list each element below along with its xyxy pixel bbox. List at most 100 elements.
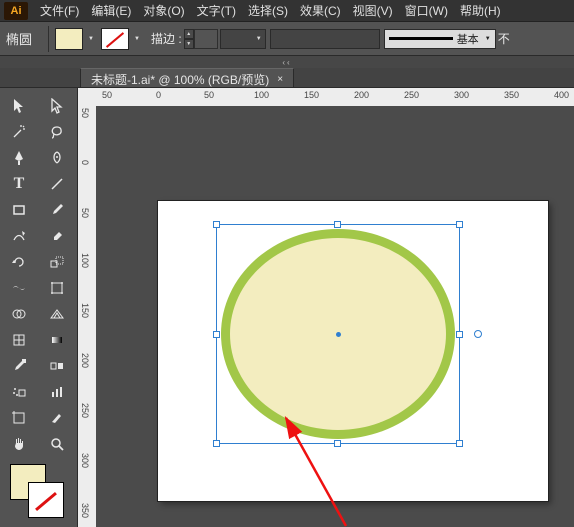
document-tab-title: 未标题-1.ai* @ 100% (RGB/预览)	[91, 71, 269, 88]
truncated-text: 不	[498, 30, 510, 47]
fill-color-swatch[interactable]	[55, 28, 83, 50]
vruler-tick: 100	[80, 253, 90, 268]
stroke-weight-spinner[interactable]: ▲ ▼	[184, 29, 194, 49]
selection-tool[interactable]	[2, 94, 36, 118]
brush-definition-dropdown[interactable]	[270, 29, 380, 49]
graphic-style-dropdown[interactable]: 基本 ▼	[384, 29, 496, 49]
curvature-tool[interactable]	[40, 146, 74, 170]
eraser-tool[interactable]	[40, 224, 74, 248]
divider	[48, 26, 49, 52]
vruler-tick: 50	[80, 208, 90, 218]
stroke-weight-field[interactable]	[194, 29, 218, 49]
document-tab-bar: 未标题-1.ai* @ 100% (RGB/预览) ×	[0, 68, 574, 88]
hruler-tick: 150	[304, 90, 319, 100]
vruler-tick: 300	[80, 453, 90, 468]
eyedropper-tool[interactable]	[2, 354, 36, 378]
menu-view[interactable]: 视图(V)	[347, 0, 399, 22]
menu-file[interactable]: 文件(F)	[34, 0, 85, 22]
hruler-tick: 250	[404, 90, 419, 100]
column-graph-tool[interactable]	[40, 380, 74, 404]
menu-object[interactable]: 对象(O)	[137, 0, 190, 22]
active-tool-label: 椭圆	[6, 29, 32, 48]
scale-tool[interactable]	[40, 250, 74, 274]
hruler-tick: 0	[156, 90, 161, 100]
menu-effect[interactable]: 效果(C)	[294, 0, 347, 22]
vruler-tick: 150	[80, 303, 90, 318]
chevron-down-icon[interactable]: ▼	[481, 36, 495, 42]
hruler-tick: 50	[102, 90, 112, 100]
vruler-tick: 200	[80, 353, 90, 368]
fill-dropdown-icon[interactable]: ▼	[85, 28, 97, 50]
mesh-tool[interactable]	[2, 328, 36, 352]
selection-handle-nw[interactable]	[213, 221, 220, 228]
shaper-tool[interactable]	[2, 224, 36, 248]
vruler-tick: 350	[80, 503, 90, 518]
hand-tool[interactable]	[2, 432, 36, 456]
stroke-dropdown-icon[interactable]: ▼	[131, 28, 143, 50]
selection-handle-ne[interactable]	[456, 221, 463, 228]
line-tool[interactable]	[40, 172, 74, 196]
stroke-swatch-group[interactable]: ▼	[101, 28, 143, 50]
control-bar: 椭圆 ▼ ▼ 描边 : ▲ ▼ ▼ 基本 ▼ 不	[0, 22, 574, 56]
type-tool[interactable]: T	[2, 172, 36, 196]
free-transform-tool[interactable]	[40, 276, 74, 300]
fill-stroke-swatches[interactable]	[10, 464, 71, 520]
hruler-tick: 200	[354, 90, 369, 100]
rotate-tool[interactable]	[2, 250, 36, 274]
canvas-area[interactable]	[96, 106, 574, 527]
artboard-tool[interactable]	[2, 406, 36, 430]
symbol-sprayer-tool[interactable]	[2, 380, 36, 404]
vruler-tick: 50	[80, 108, 90, 118]
panel-collapser[interactable]: ‹‹	[0, 56, 574, 68]
paintbrush-tool[interactable]	[40, 198, 74, 222]
profile-label: 基本	[457, 31, 479, 47]
shape-builder-tool[interactable]	[2, 302, 36, 326]
menu-edit[interactable]: 编辑(E)	[85, 0, 137, 22]
gradient-tool[interactable]	[40, 328, 74, 352]
selection-handle-se[interactable]	[456, 440, 463, 447]
variable-width-profile-dropdown[interactable]: ▼	[220, 29, 266, 49]
menu-help[interactable]: 帮助(H)	[454, 0, 507, 22]
menu-text[interactable]: 文字(T)	[191, 0, 242, 22]
hruler-tick: 50	[204, 90, 214, 100]
selection-handle-sw[interactable]	[213, 440, 220, 447]
selection-center-icon	[336, 332, 341, 337]
width-tool[interactable]	[2, 276, 36, 300]
hruler-tick: 300	[454, 90, 469, 100]
menu-select[interactable]: 选择(S)	[242, 0, 294, 22]
selection-handle-e[interactable]	[456, 331, 463, 338]
spinner-down-icon[interactable]: ▼	[184, 39, 194, 49]
close-icon[interactable]: ×	[277, 74, 283, 85]
zoom-tool[interactable]	[40, 432, 74, 456]
selection-handle-s[interactable]	[334, 440, 341, 447]
vruler-tick: 250	[80, 403, 90, 418]
spinner-up-icon[interactable]: ▲	[184, 29, 194, 39]
live-shape-widget-icon[interactable]	[474, 330, 482, 338]
tools-panel: T	[0, 88, 78, 527]
hruler-tick: 350	[504, 90, 519, 100]
menu-window[interactable]: 窗口(W)	[399, 0, 454, 22]
stroke-swatch-large[interactable]	[28, 482, 64, 518]
rectangle-tool[interactable]	[2, 198, 36, 222]
menubar: Ai 文件(F) 编辑(E) 对象(O) 文字(T) 选择(S) 效果(C) 视…	[0, 0, 574, 22]
selection-handle-n[interactable]	[334, 221, 341, 228]
stroke-color-swatch[interactable]	[101, 28, 129, 50]
profile-preview-icon	[389, 37, 453, 40]
perspective-grid-tool[interactable]	[40, 302, 74, 326]
horizontal-ruler[interactable]: 50 0 50 100 150 200 250 300 350 400	[96, 88, 574, 106]
app-logo-icon: Ai	[4, 2, 28, 20]
stroke-label: 描边 :	[151, 30, 182, 47]
direct-selection-tool[interactable]	[40, 94, 74, 118]
fill-swatch-group[interactable]: ▼	[55, 28, 97, 50]
magic-wand-tool[interactable]	[2, 120, 36, 144]
pen-tool[interactable]	[2, 146, 36, 170]
vruler-tick: 0	[80, 160, 90, 165]
slice-tool[interactable]	[40, 406, 74, 430]
workspace: T	[0, 88, 574, 527]
document-tab[interactable]: 未标题-1.ai* @ 100% (RGB/预览) ×	[80, 68, 294, 87]
selection-handle-w[interactable]	[213, 331, 220, 338]
blend-tool[interactable]	[40, 354, 74, 378]
lasso-tool[interactable]	[40, 120, 74, 144]
vertical-ruler[interactable]: 50 0 50 100 150 200 250 300 350	[78, 88, 96, 527]
hruler-tick: 100	[254, 90, 269, 100]
